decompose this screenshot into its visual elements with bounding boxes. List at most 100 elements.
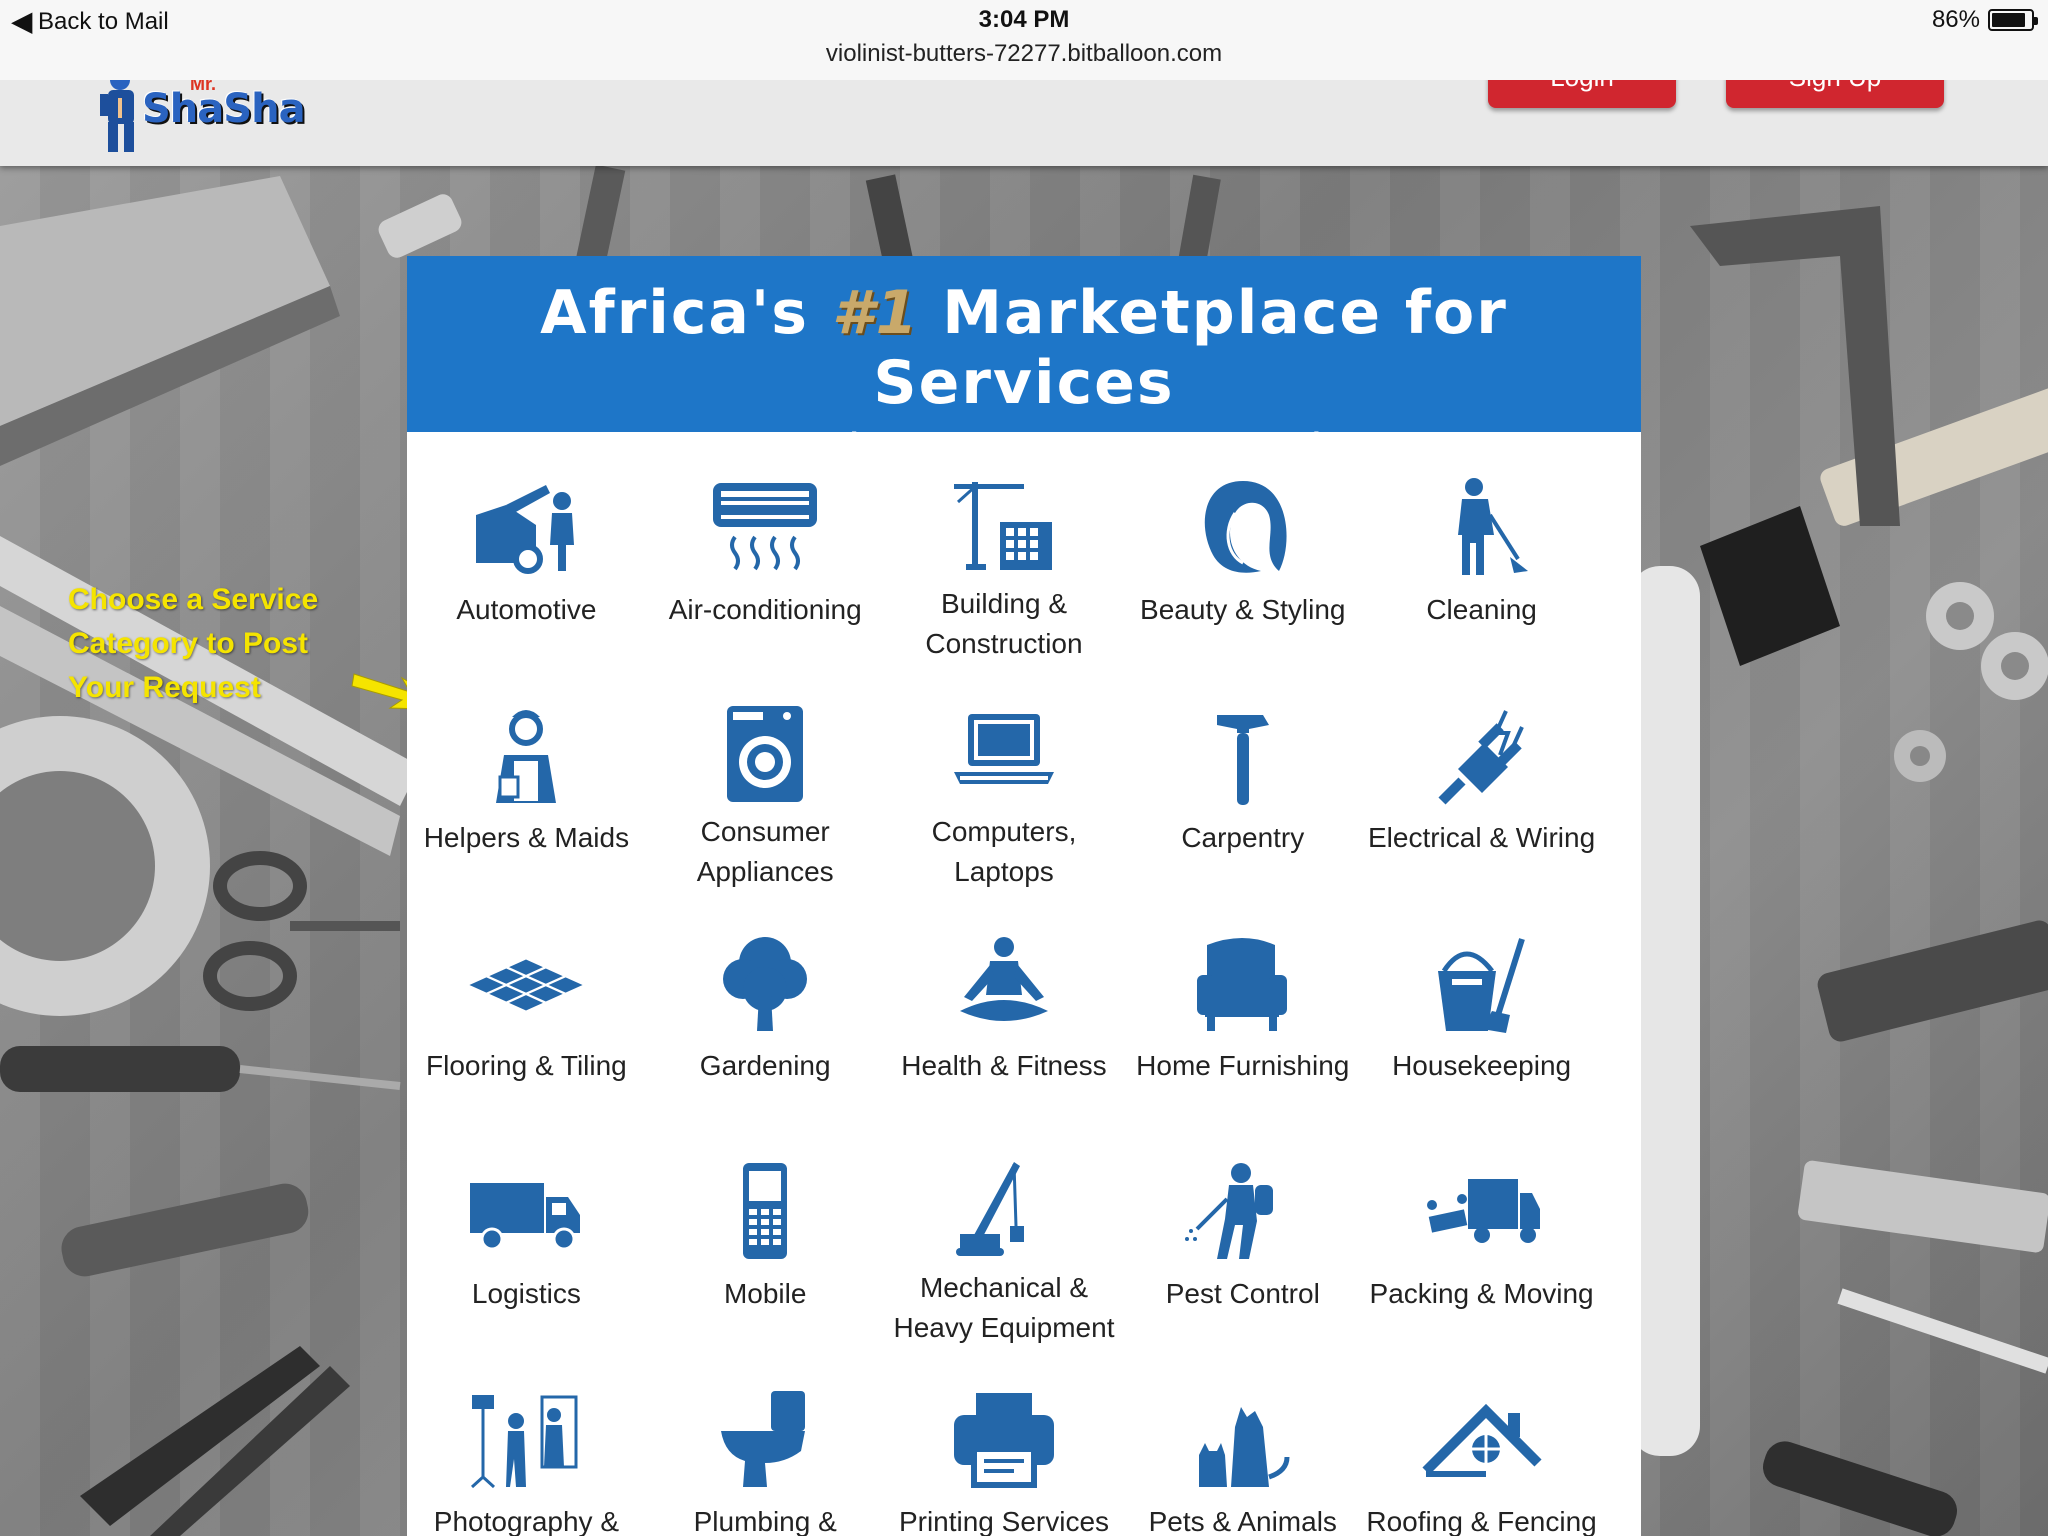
category-label: Electrical & Wiring	[1367, 822, 1596, 853]
hero-title: Africa's #1 Marketplace for Services	[407, 256, 1641, 418]
category-label: Pets & Animals	[1148, 1506, 1337, 1536]
printer-icon	[953, 1393, 1054, 1488]
roof-icon	[1417, 1384, 1547, 1494]
mobile-phone-icon	[743, 1163, 788, 1259]
category-tile[interactable]: Mobile	[646, 1116, 885, 1344]
category-label: Housekeeping	[1392, 1050, 1572, 1081]
category-tile[interactable]: Automotive	[407, 432, 646, 660]
clock: 3:04 PM	[978, 6, 1070, 33]
truck-icon	[470, 1183, 581, 1251]
tree-icon	[700, 928, 830, 1038]
washing-machine-icon	[700, 700, 830, 804]
tiles-icon	[461, 928, 591, 1038]
category-tile[interactable]: Home Furnishing	[1123, 888, 1362, 1116]
photographer-icon	[471, 1395, 578, 1489]
category-label: Printing Services	[898, 1506, 1110, 1536]
category-tile[interactable]: Roofing & Fencing	[1362, 1344, 1601, 1536]
meditation-icon	[939, 928, 1069, 1038]
category-label: Gardening	[699, 1050, 831, 1081]
category-tile[interactable]: Gardening	[646, 888, 885, 1116]
printer-icon	[939, 1384, 1069, 1494]
toilet-icon	[721, 1391, 806, 1487]
tree-icon	[723, 937, 808, 1031]
address-bar[interactable]: violinist-butters-72277.bitballoon.com	[0, 40, 2048, 68]
pest-sprayer-icon	[1184, 1163, 1273, 1259]
roof-icon	[1422, 1403, 1542, 1477]
site-header: Mr. ShaSha Login Sign Up	[0, 70, 2048, 166]
category-label: Beauty & Styling	[1140, 594, 1346, 625]
category-tile[interactable]: Logistics	[407, 1116, 646, 1344]
heavy-crane-icon	[939, 1156, 1069, 1260]
site-logo[interactable]: Mr. ShaSha	[90, 68, 350, 156]
cat-dog-icon	[1198, 1407, 1290, 1487]
category-tile[interactable]: Photography &	[407, 1344, 646, 1536]
category-label: Packing & Moving	[1369, 1278, 1594, 1309]
movers-truck-icon	[1417, 1156, 1547, 1266]
maid-icon	[461, 700, 591, 810]
hint-text: Choose a Service Category to Post Your R…	[68, 583, 319, 704]
category-label: Carpentry	[1181, 822, 1305, 853]
cat-dog-icon	[1178, 1384, 1308, 1494]
category-label: Pest Control	[1165, 1278, 1320, 1309]
category-label: Mobile	[723, 1278, 807, 1309]
laptop-icon	[939, 700, 1069, 804]
category-label: Health & Fitness	[901, 1050, 1107, 1081]
automotive-icon	[461, 472, 591, 582]
air-conditioner-icon	[700, 472, 830, 582]
category-tile[interactable]: Consumer Appliances	[646, 660, 885, 888]
category-label: Flooring & Tiling	[426, 1050, 627, 1081]
category-label: Air-conditioning	[668, 594, 862, 625]
services-panel: Africa's #1 Marketplace for Services Any…	[407, 256, 1641, 1536]
category-label: Automotive	[456, 594, 597, 625]
crane-building-icon	[939, 472, 1069, 576]
category-tile[interactable]: Plumbing &	[646, 1344, 885, 1536]
category-tile[interactable]: Helpers & Maids	[407, 660, 646, 888]
category-tile[interactable]: Flooring & Tiling	[407, 888, 646, 1116]
category-tile[interactable]: Pets & Animals	[1123, 1344, 1362, 1536]
category-tile[interactable]: Air-conditioning	[646, 432, 885, 660]
category-tile[interactable]: Packing & Moving	[1362, 1116, 1601, 1344]
cleaning-person-icon	[1457, 478, 1528, 575]
hammer-icon	[1216, 715, 1269, 805]
hero-title-part: Africa's	[540, 278, 832, 348]
category-label: Consumer Appliances	[696, 816, 834, 887]
category-tile[interactable]: Pest Control	[1123, 1116, 1362, 1344]
battery-status: 86%	[1932, 6, 2038, 34]
bucket-broom-icon	[1437, 938, 1525, 1033]
category-label: Building & Construction	[925, 588, 1083, 659]
category-tile[interactable]: Building & Construction	[885, 432, 1124, 660]
heavy-crane-icon	[955, 1162, 1024, 1256]
armchair-icon	[1196, 938, 1287, 1031]
maid-icon	[496, 710, 557, 803]
mobile-phone-icon	[700, 1156, 830, 1266]
category-tile[interactable]: Carpentry	[1123, 660, 1362, 888]
plug-icon	[1438, 710, 1524, 805]
category-grid: Automotive Air-conditioning Building & Con…	[407, 432, 1641, 1536]
category-label: Photography &	[433, 1506, 620, 1536]
photographer-icon	[461, 1384, 591, 1494]
category-tile[interactable]: Housekeeping	[1362, 888, 1601, 1116]
air-conditioner-icon	[713, 483, 818, 571]
armchair-icon	[1178, 928, 1308, 1038]
cleaning-person-icon	[1417, 472, 1547, 582]
logo-text: ShaSha	[142, 86, 306, 132]
movers-truck-icon	[1426, 1179, 1540, 1243]
automotive-icon	[476, 485, 575, 574]
hero-title-number: #1	[831, 278, 920, 348]
category-tile[interactable]: Cleaning	[1362, 432, 1601, 660]
category-tile[interactable]: Beauty & Styling	[1123, 432, 1362, 660]
category-tile[interactable]: Computers, Laptops	[885, 660, 1124, 888]
category-tile[interactable]: Electrical & Wiring	[1362, 660, 1601, 888]
washing-machine-icon	[727, 706, 804, 802]
pest-sprayer-icon	[1178, 1156, 1308, 1266]
ios-status-bar: ◀ Back to Mail 3:04 PM violinist-butters…	[0, 0, 2048, 80]
hero-title-part: Marketplace for Services	[873, 278, 1508, 418]
hair-styling-icon	[1204, 481, 1287, 573]
category-tile[interactable]: Mechanical & Heavy Equipment	[885, 1116, 1124, 1344]
category-label: Home Furnishing	[1136, 1050, 1350, 1081]
plug-icon	[1417, 700, 1547, 810]
category-label: Computers, Laptops	[931, 816, 1077, 887]
category-tile[interactable]: Health & Fitness	[885, 888, 1124, 1116]
category-tile[interactable]: Printing Services	[885, 1344, 1124, 1536]
laptop-icon	[953, 714, 1054, 784]
